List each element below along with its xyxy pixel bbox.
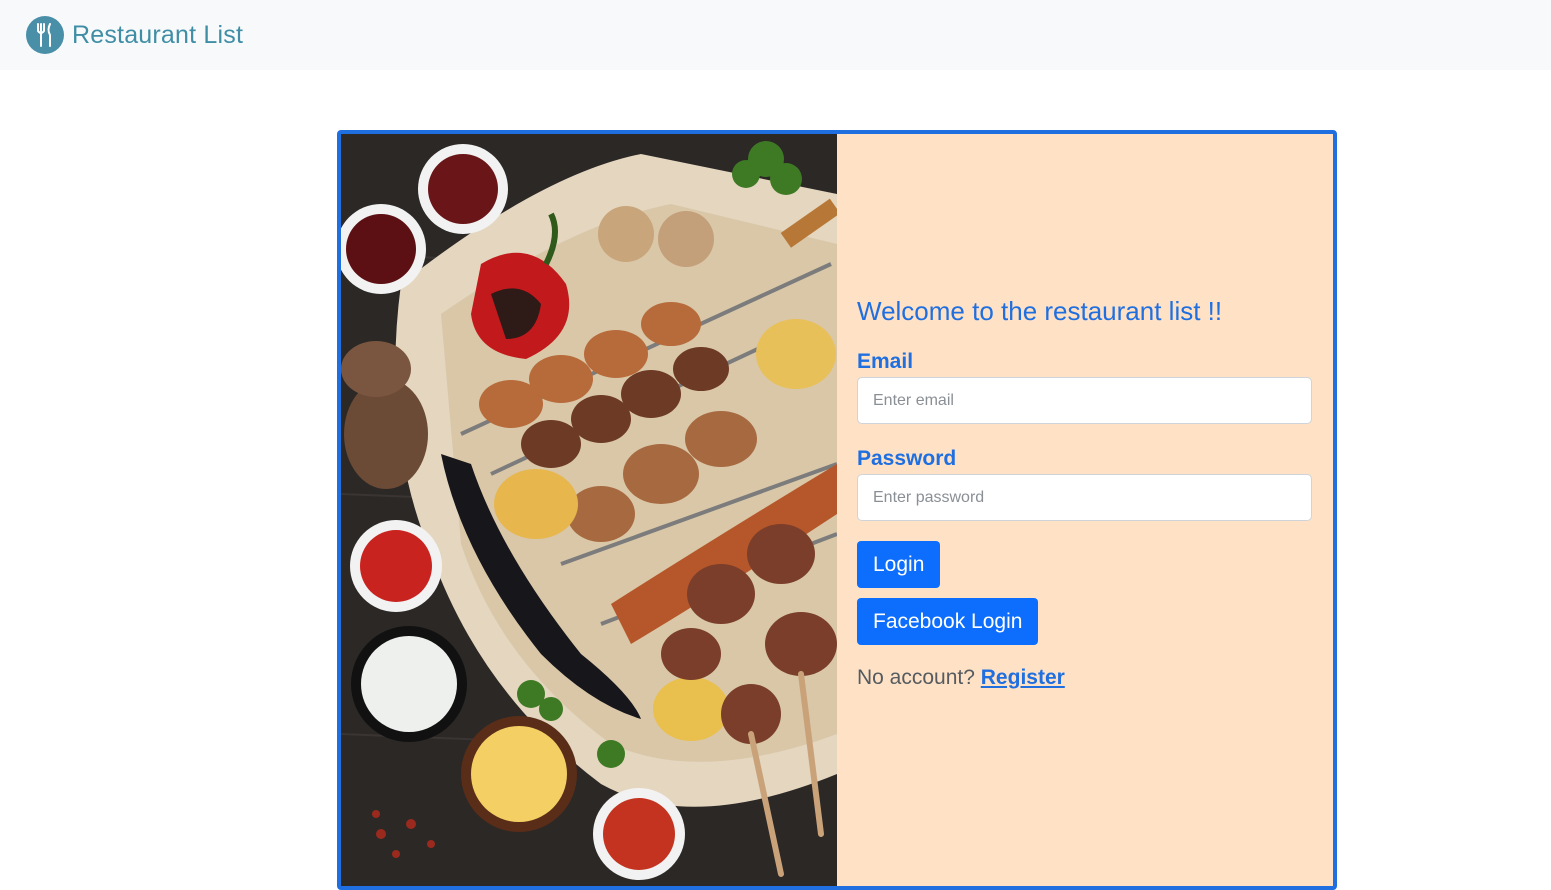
brand-title: Restaurant List <box>72 20 244 49</box>
welcome-heading: Welcome to the restaurant list !! <box>857 296 1223 326</box>
password-field[interactable] <box>857 474 1312 521</box>
fork-knife-icon <box>26 16 64 54</box>
no-account-text: No account? <box>857 666 975 689</box>
navbar: Restaurant List <box>0 0 1551 70</box>
email-field[interactable] <box>857 377 1312 424</box>
password-label: Password <box>857 447 957 470</box>
register-prompt: No account? Register <box>857 666 1065 690</box>
email-label: Email <box>857 350 914 373</box>
facebook-login-button[interactable]: Facebook Login <box>857 598 1039 645</box>
register-link[interactable]: Register <box>981 666 1065 689</box>
brand-link[interactable]: Restaurant List <box>26 16 243 54</box>
food-photo <box>341 134 837 886</box>
login-form: Welcome to the restaurant list !! Email … <box>837 134 1333 886</box>
login-card: Welcome to the restaurant list !! Email … <box>337 130 1337 890</box>
login-button[interactable]: Login <box>857 541 941 588</box>
